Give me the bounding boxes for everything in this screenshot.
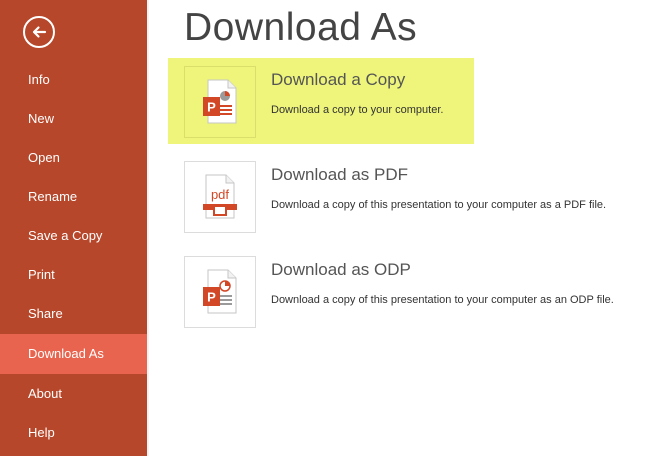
svg-text:pdf: pdf (211, 187, 229, 202)
option-title: Download as PDF (271, 165, 409, 184)
option-description: Download a copy to your computer. (271, 104, 444, 116)
sidebar-item-open[interactable]: Open (0, 138, 147, 178)
backstage-sidebar: Info New Open Rename Save a Copy Print S… (0, 0, 147, 456)
download-a-copy-option[interactable]: P Download a Copy Download a copy to you… (168, 58, 474, 144)
option-description: Download a copy of this presentation to … (271, 199, 607, 211)
sidebar-item-info[interactable]: Info (0, 60, 147, 100)
pptx-file-icon: P (184, 66, 256, 138)
pdf-file-icon: pdf (184, 161, 256, 233)
svg-text:P: P (207, 100, 216, 115)
back-arrow-icon (32, 26, 47, 38)
sidebar-item-help[interactable]: Help (0, 413, 147, 453)
sidebar-item-new[interactable]: New (0, 99, 147, 139)
sidebar-item-print[interactable]: Print (0, 255, 147, 295)
back-button[interactable] (23, 16, 55, 48)
sidebar-item-rename[interactable]: Rename (0, 177, 147, 217)
option-description: Download a copy of this presentation to … (271, 294, 614, 306)
option-title: Download as ODP (271, 260, 411, 279)
sidebar-item-save-a-copy[interactable]: Save a Copy (0, 216, 147, 256)
page-title: Download As (184, 6, 418, 49)
svg-text:P: P (207, 290, 216, 305)
sidebar-item-about[interactable]: About (0, 374, 147, 414)
download-as-pdf-option[interactable]: pdf Download as PDF Download a copy of t… (168, 153, 656, 239)
sidebar-divider (147, 0, 149, 456)
sidebar-item-share[interactable]: Share (0, 294, 147, 334)
odp-file-icon: P (184, 256, 256, 328)
download-as-odp-option[interactable]: P Download as ODP Download a copy of thi… (168, 248, 656, 334)
sidebar-item-download-as[interactable]: Download As (0, 334, 147, 374)
option-title: Download a Copy (271, 70, 406, 89)
